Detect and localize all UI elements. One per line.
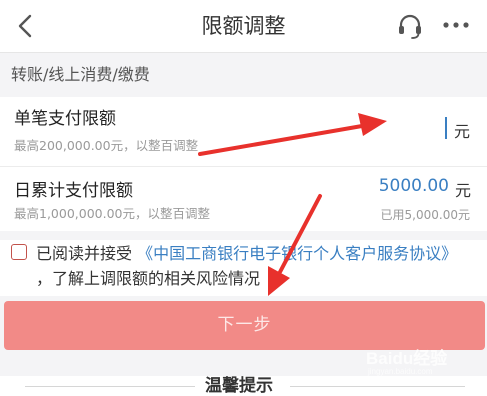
- daily-payment-limit-hint: 最高1,000,000.00元，以整百调整: [14, 206, 210, 221]
- more-dots-icon: [443, 22, 469, 28]
- agreement-block: 已阅读并接受 《中国工商银行电子银行个人客户服务协议》 ，了解上调限额的相关风险…: [0, 240, 487, 296]
- single-payment-unit: 元: [454, 122, 471, 141]
- tips-divider-left: [25, 386, 195, 387]
- single-payment-limit-hint: 最高200,000.00元，以整百调整: [14, 138, 199, 153]
- daily-payment-unit: 元: [455, 181, 472, 200]
- daily-payment-amount[interactable]: 5000.00: [379, 176, 449, 196]
- daily-used-amount: 已用5,000.00元: [380, 208, 470, 222]
- section-divider: [0, 231, 487, 240]
- agreement-line-2: ，了解上调限额的相关风险情况: [36, 269, 261, 288]
- tips-title: 温馨提示: [205, 376, 273, 396]
- baidu-jingyan-watermark: Baidu经验 jingyan.baidu.com: [366, 348, 448, 376]
- agreement-checkbox[interactable]: [11, 244, 27, 260]
- agreement-prefix: 已阅读并接受: [36, 244, 133, 263]
- svg-text:jingyan.baidu.com: jingyan.baidu.com: [367, 367, 433, 376]
- svg-text:Baidu经验: Baidu经验: [366, 348, 448, 368]
- customer-service-button[interactable]: [392, 9, 428, 43]
- tips-divider-right: [290, 386, 465, 387]
- daily-payment-limit-label: 日累计支付限额: [14, 181, 133, 201]
- agreement-link[interactable]: 《中国工商银行电子银行个人客户服务协议》: [137, 244, 457, 263]
- section-title: 转账/线上消费/缴费: [11, 65, 150, 84]
- agreement-line-1: 已阅读并接受 《中国工商银行电子银行个人客户服务协议》: [36, 240, 457, 264]
- text-cursor: [445, 117, 447, 139]
- tips-section: 温馨提示: [0, 376, 487, 396]
- top-nav-bar: 限额调整: [0, 0, 487, 53]
- daily-payment-limit-row[interactable]: 日累计支付限额 最高1,000,000.00元，以整百调整 5000.00 元 …: [0, 167, 487, 231]
- single-payment-limit-row: 单笔支付限额 最高200,000.00元，以整百调整 元: [0, 97, 487, 167]
- next-step-button[interactable]: 下一步: [4, 301, 485, 350]
- single-payment-limit-label: 单笔支付限额: [14, 109, 116, 129]
- more-options-button[interactable]: [436, 9, 476, 43]
- section-header: 转账/线上消费/缴费: [0, 53, 487, 97]
- single-payment-amount-input[interactable]: [320, 116, 444, 142]
- headset-icon: [399, 14, 421, 39]
